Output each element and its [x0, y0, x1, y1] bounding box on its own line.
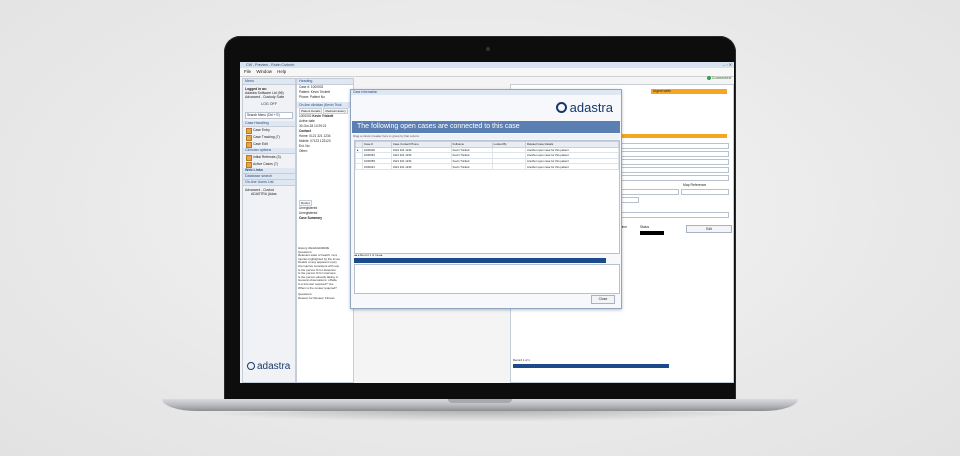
- notes-header-bar: [354, 258, 606, 263]
- orange-bar: [621, 134, 727, 138]
- online-users-list: Advanced - Custod ADASTRA (Adas: [243, 186, 295, 198]
- case-summary-text: History:dfsdsfdsfdfdfdfk Questions: Rele…: [298, 246, 350, 300]
- field[interactable]: [621, 189, 679, 195]
- table-row[interactable]: 1000031 0121 321 1234 Kevin Trickett Ano…: [355, 163, 620, 170]
- logo-ring-icon: [247, 362, 255, 370]
- adastra-logo: adastra: [247, 361, 290, 372]
- right-blue-bar: [513, 364, 669, 368]
- laptop-shadow: [180, 410, 780, 422]
- cell-case: 1000031: [362, 163, 392, 170]
- menu-file[interactable]: File: [244, 68, 251, 76]
- logoff-button[interactable]: LOG OFF: [245, 102, 293, 106]
- case-panel: Heading Case #: 1000002 Patient: Kevin T…: [296, 78, 354, 383]
- status-black-bar: [640, 231, 664, 235]
- phone-row: Phone: Patient No: [297, 95, 353, 100]
- case-information-dialog: Case Information adastra The following o…: [350, 89, 622, 309]
- menu-bar: File Window Help Connected: [240, 68, 734, 80]
- left-menu-panel: Menu Logged in as: Adastra Software Ltd …: [242, 78, 296, 383]
- case-summary-heading: Case Summary: [299, 216, 323, 220]
- user-line2: ADASTRA (Adas: [251, 192, 277, 197]
- field[interactable]: [621, 159, 729, 165]
- field[interactable]: [621, 197, 639, 203]
- phone-value: Patient No: [310, 95, 325, 99]
- field[interactable]: [621, 143, 729, 149]
- edit-button[interactable]: Edit: [686, 225, 732, 233]
- logo-text: adastra: [569, 100, 613, 115]
- field[interactable]: [621, 175, 729, 181]
- mobile-value[interactable]: 07123 123123: [310, 139, 330, 143]
- menu-help[interactable]: Help: [277, 68, 286, 76]
- connected-icon: [706, 75, 711, 80]
- map-reference-label: Map Reference: [683, 183, 707, 187]
- nav-label: Case Edit: [253, 141, 268, 146]
- menu-window[interactable]: Window: [256, 68, 272, 76]
- logo-text: adastra: [257, 361, 291, 372]
- nav-label: Case Entry: [253, 127, 270, 132]
- patient-name: Kevin Trickett: [312, 114, 334, 118]
- pager-text: Record 1 of 4: [359, 253, 377, 257]
- dialog-title: Case Information: [351, 90, 621, 95]
- dialog-heading: The following open cases are connected t…: [352, 121, 620, 133]
- connected-cases-grid: Case # Case Contact Phone Fullname Locke…: [354, 140, 620, 254]
- notes-area[interactable]: [354, 264, 620, 294]
- nav-case-tracking[interactable]: Case Tracking (7): [243, 134, 295, 142]
- home-value[interactable]: 0121 321 1234: [309, 134, 330, 138]
- close-button[interactable]: Close: [591, 295, 615, 304]
- nav-label: Active Cases (7): [253, 161, 278, 166]
- patient-label: Patient:: [299, 90, 310, 94]
- mobile-label: Mobile:: [299, 139, 310, 143]
- cell-phone: 0121 321 1234: [390, 163, 452, 170]
- folder-icon: [246, 162, 252, 169]
- camera: [486, 47, 490, 51]
- field[interactable]: [621, 151, 729, 157]
- cell-name: Kevin Trickett: [450, 163, 493, 170]
- nav-initial-referrals[interactable]: Initial Referrals (3): [243, 154, 295, 162]
- case-no-label: Case #:: [299, 85, 310, 89]
- nav-label: Initial Referrals (3): [253, 154, 281, 159]
- map-reference-field[interactable]: [681, 189, 729, 195]
- case-ref: 1000002: [299, 114, 312, 118]
- cell-details: Another open case for this patient: [524, 163, 620, 170]
- connected-label: Connected: [711, 75, 731, 80]
- dialog-adastra-logo: adastra: [555, 100, 613, 115]
- group-by-hint[interactable]: Drag a column header here to group by th…: [353, 134, 619, 139]
- window-title: CW - Preview - Robin Cuthorb: [246, 63, 295, 67]
- phone-label: Phone:: [299, 95, 310, 99]
- nav-active-cases[interactable]: Active Cases (7): [243, 161, 295, 169]
- field[interactable]: [621, 167, 729, 173]
- row-indicator: [355, 163, 363, 170]
- case-no-value: 1000002: [310, 85, 324, 89]
- folder-icon: [246, 142, 252, 149]
- screen: CW - Preview - Robin Cuthorb – ▫ ✕ File …: [240, 62, 734, 383]
- patient-value: Kevin Trickett: [310, 90, 330, 94]
- status-column-header: Status: [640, 225, 650, 229]
- laptop-notch: [448, 399, 512, 403]
- urgency-field[interactable]: Urgent week: [651, 89, 727, 94]
- nav-label: Case Tracking (7): [253, 134, 280, 139]
- nav-case-entry[interactable]: Case Entry: [243, 127, 295, 135]
- cell-locked: [491, 163, 526, 170]
- field[interactable]: [621, 212, 729, 218]
- logged-in-line2: Advanced - Custody Suite: [245, 95, 285, 100]
- menu-search-input[interactable]: Search Menu (Ctrl + E): [245, 111, 293, 119]
- summary-line: Reason for Review: Fitness: [298, 295, 335, 300]
- login-section: Logged in as: Adastra Software Ltd (96) …: [243, 85, 295, 110]
- connection-status: Connected: [706, 74, 731, 82]
- nav-case-edit[interactable]: Case Edit: [243, 141, 295, 149]
- home-label: Home:: [299, 134, 309, 138]
- right-pager: Record 1 of 1: [513, 358, 530, 362]
- logo-ring-icon: [555, 102, 567, 113]
